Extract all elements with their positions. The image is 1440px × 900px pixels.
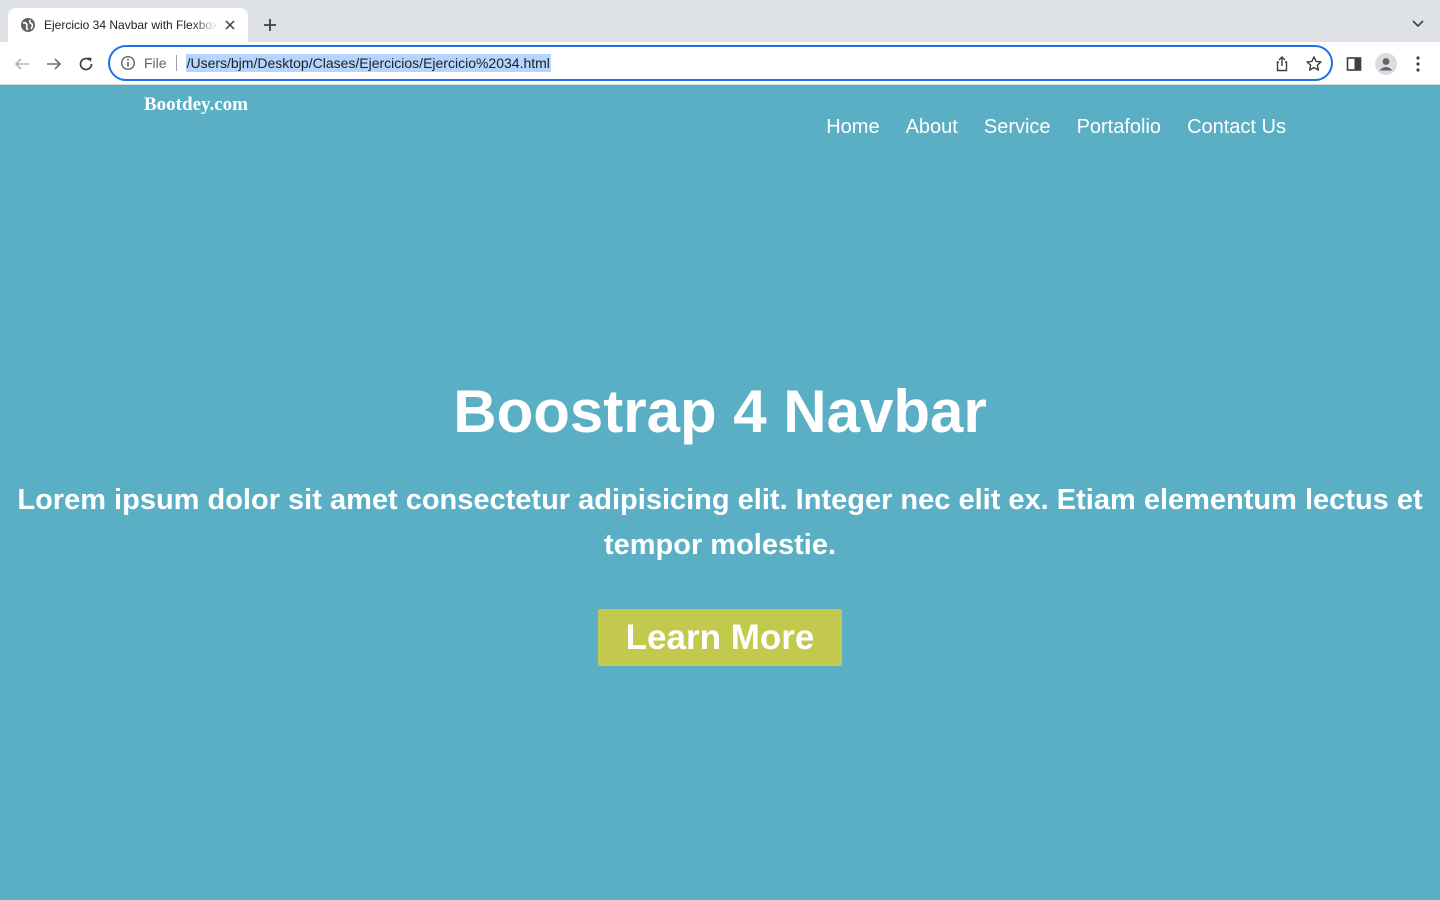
info-icon[interactable]	[120, 55, 136, 71]
brand-logo[interactable]: Bootdey.com	[144, 94, 248, 116]
reload-icon[interactable]	[72, 50, 100, 78]
nav-link-portafolio[interactable]: Portafolio	[1077, 116, 1162, 139]
nav-link-about[interactable]: About	[906, 116, 958, 139]
browser-toolbar: File /Users/bjm/Desktop/Clases/Ejercicio…	[0, 42, 1440, 85]
globe-icon	[20, 17, 36, 33]
url-text[interactable]: /Users/bjm/Desktop/Clases/Ejercicios/Eje…	[185, 54, 551, 72]
new-tab-icon[interactable]	[258, 13, 282, 37]
nav-link-contact-us[interactable]: Contact Us	[1187, 116, 1286, 139]
page-viewport: Bootdey.com Home About Service Portafoli…	[0, 85, 1440, 900]
menu-icon[interactable]	[1405, 51, 1431, 77]
side-panel-icon[interactable]	[1341, 51, 1367, 77]
profile-icon[interactable]	[1373, 51, 1399, 77]
forward-icon[interactable]	[40, 50, 68, 78]
hero-title: Boostrap 4 Navbar	[453, 378, 987, 445]
hero-section: Boostrap 4 Navbar Lorem ipsum dolor sit …	[0, 370, 1440, 666]
hero-text: Lorem ipsum dolor sit amet consectetur a…	[17, 484, 1423, 561]
url-scheme-label: File	[144, 55, 167, 71]
browser-tab[interactable]: Ejercicio 34 Navbar with Flexbox	[8, 8, 248, 42]
url-separator	[175, 55, 177, 71]
address-bar[interactable]: File /Users/bjm/Desktop/Clases/Ejercicio…	[108, 45, 1333, 81]
back-icon[interactable]	[8, 50, 36, 78]
tab-title: Ejercicio 34 Navbar with Flexbox	[44, 18, 218, 32]
star-icon[interactable]	[1305, 55, 1323, 73]
nav-link-home[interactable]: Home	[826, 116, 879, 139]
tab-strip: Ejercicio 34 Navbar with Flexbox	[0, 0, 1440, 42]
learn-more-button[interactable]: Learn More	[598, 609, 842, 666]
nav-link-service[interactable]: Service	[984, 116, 1051, 139]
share-icon[interactable]	[1273, 55, 1291, 73]
close-icon[interactable]	[222, 17, 238, 33]
main-navbar: Home About Service Portafolio Contact Us	[826, 116, 1286, 139]
tab-search-icon[interactable]	[1408, 14, 1428, 34]
